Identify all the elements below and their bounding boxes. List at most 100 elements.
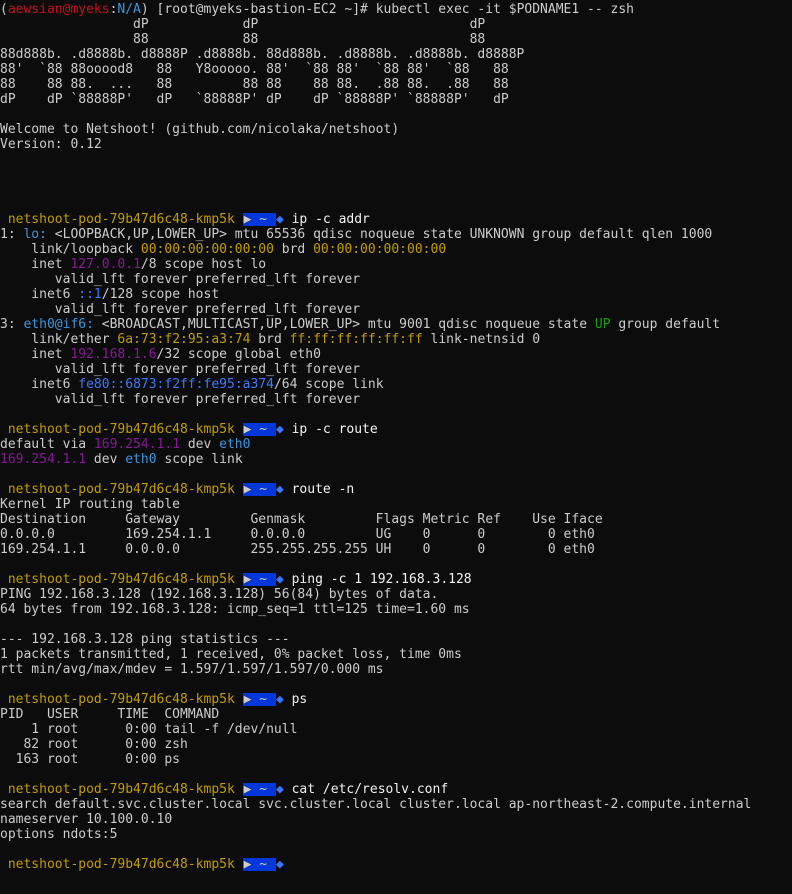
output-line: link/loopback 00:00:00:00:00:00 brd 00:0… [0, 242, 792, 257]
output-text: valid_lft forever preferred_lft forever [0, 272, 361, 287]
output-text: PID USER TIME COMMAND [0, 707, 220, 722]
prompt-arrow-icon: ◆ [275, 857, 292, 872]
output-text: 0.0.0.0 169.254.1.1 0.0.0.0 UG 0 0 0 eth… [0, 527, 595, 542]
command-text: ping -c 1 192.168.3.128 [291, 572, 472, 587]
command-text: cat /etc/resolv.conf [291, 782, 449, 797]
output-text: --- 192.168.3.128 ping statistics --- [0, 632, 290, 647]
output-line: 82 root 0:00 zsh [0, 737, 792, 752]
output-text: ff:ff:ff:ff:ff:ff [289, 332, 423, 347]
output-text: 1: [0, 227, 24, 242]
output-text: 192.168.1.6 [70, 347, 157, 362]
output-text: valid_lft forever preferred_lft forever [0, 302, 361, 317]
output-text: N/A [117, 2, 141, 17]
output-text: dev [180, 437, 220, 452]
output-text: 64 bytes from 192.168.3.128: icmp_seq=1 … [0, 602, 470, 617]
output-text: inet [0, 257, 71, 272]
output-text: inet6 [0, 287, 79, 302]
output-text: /128 scope host [101, 287, 220, 302]
output-line: dP dP dP [0, 17, 792, 32]
prompt-arrow-icon: ◆ [275, 422, 292, 437]
output-text: link/ether [0, 332, 118, 347]
output-text: 1 packets transmitted, 1 received, 0% pa… [0, 647, 462, 662]
output-text: dP dP dP [0, 17, 486, 32]
output-text: 88d888b. .d8888b. d8888P .d8888b. 88d888… [0, 47, 525, 62]
prompt-line: netshoot-pod-79b47d6c48-kmp5k ▶ ~ ◆ [0, 857, 792, 872]
output-text: 88 88 88 [0, 32, 486, 47]
output-text: valid_lft forever preferred_lft forever [0, 362, 361, 377]
prompt-arrow-icon: ◆ [275, 212, 292, 227]
prompt-line: netshoot-pod-79b47d6c48-kmp5k ▶ ~ ◆ ping… [0, 572, 792, 587]
output-text: 00:00:00:00:00:00 [140, 242, 274, 257]
output-line: 88d888b. .d8888b. d8888P .d8888b. 88d888… [0, 47, 792, 62]
output-line: 88 88 88. ... 88 88 88 88 88. .88 88. .8… [0, 77, 792, 92]
output-text: default via [0, 437, 94, 452]
prompt-dir-segment: ▶ ~ [242, 212, 276, 227]
output-line: --- 192.168.3.128 ping statistics --- [0, 632, 792, 647]
prompt-hostname: netshoot-pod-79b47d6c48-kmp5k [0, 782, 243, 797]
prompt-line: netshoot-pod-79b47d6c48-kmp5k ▶ ~ ◆ ip -… [0, 422, 792, 437]
output-text: /8 scope host lo [140, 257, 267, 272]
output-text: brd [250, 332, 290, 347]
output-text: rtt min/avg/max/mdev = 1.597/1.597/1.597… [0, 662, 384, 677]
output-text: search default.svc.cluster.local svc.clu… [0, 797, 752, 812]
output-text: ) [root@myeks-bastion-EC2 ~]# kubectl ex… [140, 2, 634, 17]
prompt-hostname: netshoot-pod-79b47d6c48-kmp5k [0, 857, 243, 872]
output-text: 1 root 0:00 tail -f /dev/null [0, 722, 298, 737]
output-line: PING 192.168.3.128 (192.168.3.128) 56(84… [0, 587, 792, 602]
output-line: 169.254.1.1 0.0.0.0 255.255.255.255 UH 0… [0, 542, 792, 557]
output-text: Kernel IP routing table [0, 497, 181, 512]
output-text: ::1 [78, 287, 102, 302]
output-text: aewsian@myeks [7, 2, 110, 17]
output-text: 169.254.1.1 [0, 452, 87, 467]
output-text: 169.254.1.1 0.0.0.0 255.255.255.255 UH 0… [0, 542, 595, 557]
output-line: search default.svc.cluster.local svc.clu… [0, 797, 792, 812]
output-text: link-netnsid 0 [422, 332, 541, 347]
output-line: inet6 ::1/128 scope host [0, 287, 792, 302]
output-text: eth0 [219, 437, 251, 452]
output-line: valid_lft forever preferred_lft forever [0, 302, 792, 317]
output-text: Version: 0.12 [0, 137, 102, 152]
output-text: group default [610, 317, 721, 332]
output-text: PING 192.168.3.128 (192.168.3.128) 56(84… [0, 587, 439, 602]
output-text: lo: [23, 227, 47, 242]
output-line: default via 169.254.1.1 dev eth0 [0, 437, 792, 452]
prompt-dir-segment: ▶ ~ [242, 692, 276, 707]
output-text: dP dP `88888P' dP `88888P' dP dP `88888P… [0, 92, 509, 107]
output-line: Version: 0.12 [0, 137, 792, 152]
output-text: eth0 [125, 452, 157, 467]
output-line: rtt min/avg/max/mdev = 1.597/1.597/1.597… [0, 662, 792, 677]
output-line: 1 root 0:00 tail -f /dev/null [0, 722, 792, 737]
output-text: Destination Gateway Genmask Flags Metric… [0, 512, 603, 527]
output-text: Welcome to Netshoot! (github.com/nicolak… [0, 122, 400, 137]
prompt-line: netshoot-pod-79b47d6c48-kmp5k ▶ ~ ◆ cat … [0, 782, 792, 797]
output-text: valid_lft forever preferred_lft forever [0, 392, 361, 407]
output-line: Destination Gateway Genmask Flags Metric… [0, 512, 792, 527]
prompt-hostname: netshoot-pod-79b47d6c48-kmp5k [0, 482, 243, 497]
output-line: dP dP `88888P' dP `88888P' dP dP `88888P… [0, 92, 792, 107]
output-text: ( [0, 2, 8, 17]
command-text: route -n [291, 482, 355, 497]
output-text: /64 scope link [273, 377, 384, 392]
prompt-arrow-icon: ◆ [275, 692, 292, 707]
prompt-dir-segment: ▶ ~ [242, 482, 276, 497]
output-line: Kernel IP routing table [0, 497, 792, 512]
output-text: scope link [156, 452, 243, 467]
output-line: 0.0.0.0 169.254.1.1 0.0.0.0 UG 0 0 0 eth… [0, 527, 792, 542]
terminal-output[interactable]: (aewsian@myeks:N/A) [root@myeks-bastion-… [0, 0, 792, 872]
output-text: <BROADCAST,MULTICAST,UP,LOWER_UP> mtu 90… [93, 317, 595, 332]
output-line: 1 packets transmitted, 1 received, 0% pa… [0, 647, 792, 662]
prompt-dir-segment: ▶ ~ [242, 422, 276, 437]
output-text: 88' `88 88ooood8 88 Y8ooooo. 88' `88 88'… [0, 62, 509, 77]
output-text: 3: [0, 317, 24, 332]
output-text: fe80::6873:f2ff:fe95:a374 [78, 377, 274, 392]
prompt-line: netshoot-pod-79b47d6c48-kmp5k ▶ ~ ◆ ps [0, 692, 792, 707]
prompt-line: netshoot-pod-79b47d6c48-kmp5k ▶ ~ ◆ ip -… [0, 212, 792, 227]
